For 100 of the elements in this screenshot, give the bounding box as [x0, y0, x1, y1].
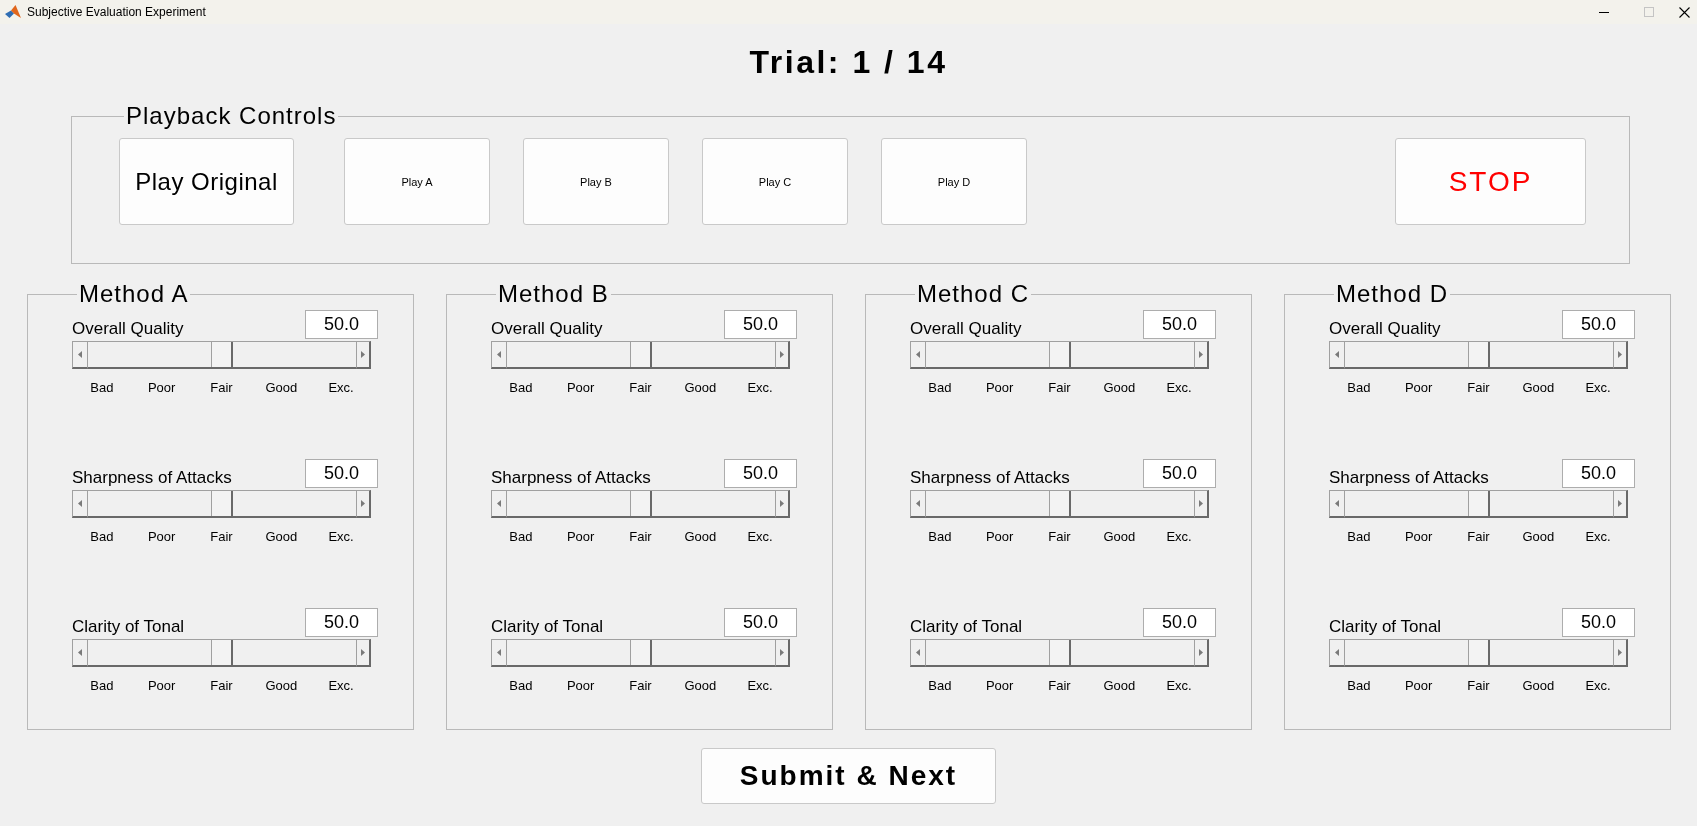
- slider-thumb[interactable]: [1468, 640, 1490, 665]
- play-button[interactable]: Play Original: [119, 138, 294, 225]
- right-triangle-icon: [1199, 351, 1203, 358]
- scale-label: Exc.: [747, 678, 773, 694]
- step-left-button[interactable]: [491, 490, 507, 518]
- scale-label: Fair: [1467, 678, 1490, 694]
- step-right-button[interactable]: [775, 490, 790, 518]
- value-field[interactable]: 50.0: [724, 608, 797, 637]
- step-right-button[interactable]: [1613, 639, 1628, 667]
- step-right-button[interactable]: [775, 341, 790, 369]
- step-right-button[interactable]: [775, 639, 790, 667]
- step-left-button[interactable]: [1329, 341, 1345, 369]
- step-left-button[interactable]: [1329, 639, 1345, 667]
- value-field[interactable]: 50.0: [305, 310, 378, 339]
- step-left-button[interactable]: [1329, 490, 1345, 518]
- submit-button[interactable]: Submit & Next: [701, 748, 996, 804]
- scale-label: Fair: [629, 529, 652, 545]
- scale-label: Fair: [1048, 678, 1071, 694]
- value-field[interactable]: 50.0: [1143, 459, 1216, 488]
- scale-label: Bad: [509, 380, 533, 396]
- value-field[interactable]: 50.0: [305, 608, 378, 637]
- scale-label: Good: [684, 678, 717, 694]
- scale-label: Bad: [928, 380, 952, 396]
- right-triangle-icon: [1199, 649, 1203, 656]
- right-triangle-icon: [780, 351, 784, 358]
- step-left-button[interactable]: [72, 341, 88, 369]
- scale-label: Good: [1522, 380, 1555, 396]
- scale-label: Bad: [90, 678, 114, 694]
- scale-label: Poor: [566, 678, 595, 694]
- slider-thumb[interactable]: [1468, 491, 1490, 516]
- scale-label: Fair: [210, 678, 233, 694]
- left-triangle-icon: [497, 351, 501, 358]
- criterion-label: Sharpness of Attacks: [1329, 468, 1489, 488]
- right-triangle-icon: [1199, 500, 1203, 507]
- value-field[interactable]: 50.0: [724, 310, 797, 339]
- value-field[interactable]: 50.0: [1562, 459, 1635, 488]
- window-title: Subjective Evaluation Experiment: [27, 4, 206, 20]
- panel-title: Method B: [497, 280, 610, 308]
- step-left-button[interactable]: [491, 341, 507, 369]
- criterion-label: Overall Quality: [491, 319, 603, 339]
- slider-thumb[interactable]: [630, 640, 652, 665]
- slider-thumb[interactable]: [630, 491, 652, 516]
- value-field[interactable]: 50.0: [1562, 310, 1635, 339]
- criterion-label: Clarity of Tonal: [1329, 617, 1442, 637]
- criterion-label: Overall Quality: [72, 319, 184, 339]
- scale-label: Fair: [629, 380, 652, 396]
- scale-label: Good: [1103, 678, 1136, 694]
- left-triangle-icon: [497, 500, 501, 507]
- slider-thumb[interactable]: [211, 491, 233, 516]
- play-button[interactable]: Play B: [523, 138, 669, 225]
- slider-thumb[interactable]: [211, 342, 233, 367]
- scale-label: Good: [1103, 529, 1136, 545]
- value-field[interactable]: 50.0: [1143, 608, 1216, 637]
- value-field[interactable]: 50.0: [1562, 608, 1635, 637]
- step-right-button[interactable]: [1613, 490, 1628, 518]
- slider-thumb[interactable]: [1049, 342, 1071, 367]
- step-right-button[interactable]: [1194, 341, 1209, 369]
- step-right-button[interactable]: [356, 490, 371, 518]
- play-button[interactable]: Play A: [344, 138, 490, 225]
- slider-thumb[interactable]: [1468, 342, 1490, 367]
- left-triangle-icon: [78, 649, 82, 656]
- value-field[interactable]: 50.0: [1143, 310, 1216, 339]
- criterion-label: Clarity of Tonal: [491, 617, 604, 637]
- scale-label: Bad: [1347, 678, 1371, 694]
- scale-label: Fair: [210, 529, 233, 545]
- slider-thumb[interactable]: [1049, 640, 1071, 665]
- scale-label: Bad: [1347, 529, 1371, 545]
- step-left-button[interactable]: [72, 639, 88, 667]
- play-button[interactable]: Play C: [702, 138, 848, 225]
- step-left-button[interactable]: [491, 639, 507, 667]
- scale-label: Fair: [1467, 529, 1490, 545]
- step-right-button[interactable]: [356, 341, 371, 369]
- step-right-button[interactable]: [1194, 639, 1209, 667]
- step-left-button[interactable]: [910, 341, 926, 369]
- stop-button[interactable]: STOP: [1395, 138, 1586, 225]
- step-left-button[interactable]: [910, 639, 926, 667]
- criterion-label: Sharpness of Attacks: [491, 468, 651, 488]
- slider-thumb[interactable]: [211, 640, 233, 665]
- slider-thumb[interactable]: [630, 342, 652, 367]
- step-right-button[interactable]: [356, 639, 371, 667]
- left-triangle-icon: [916, 351, 920, 358]
- scale-label: Poor: [147, 380, 176, 396]
- peak-logo-icon: [5, 4, 21, 20]
- step-right-button[interactable]: [1613, 341, 1628, 369]
- scale-label: Good: [684, 380, 717, 396]
- scale-label: Poor: [985, 529, 1014, 545]
- step-left-button[interactable]: [72, 490, 88, 518]
- close-icon: [1678, 6, 1690, 18]
- scale-label: Bad: [509, 678, 533, 694]
- scale-label: Bad: [928, 529, 952, 545]
- criterion-label: Sharpness of Attacks: [72, 468, 232, 488]
- panel-title: Method C: [916, 280, 1031, 308]
- value-field[interactable]: 50.0: [724, 459, 797, 488]
- scale-label: Exc.: [1166, 529, 1192, 545]
- step-left-button[interactable]: [910, 490, 926, 518]
- slider-thumb[interactable]: [1049, 491, 1071, 516]
- step-right-button[interactable]: [1194, 490, 1209, 518]
- scale-label: Bad: [509, 529, 533, 545]
- value-field[interactable]: 50.0: [305, 459, 378, 488]
- play-button[interactable]: Play D: [881, 138, 1027, 225]
